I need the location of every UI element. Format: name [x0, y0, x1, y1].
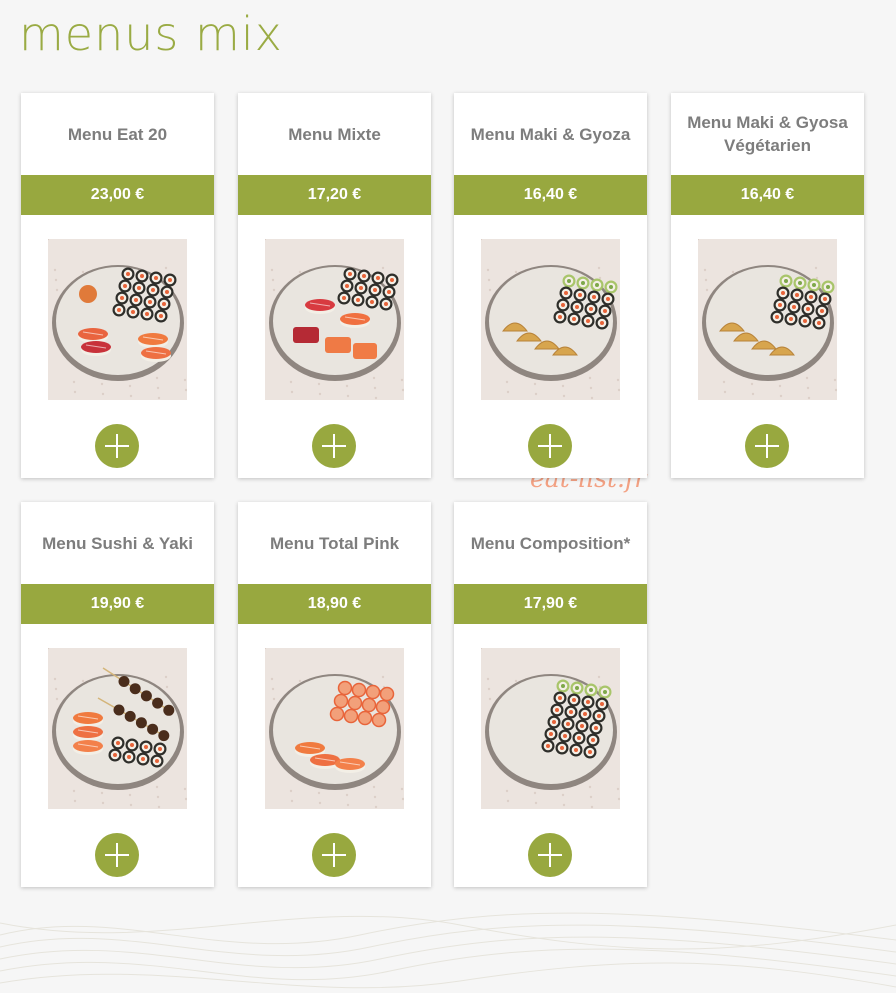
menu-card[interactable]: Menu Sushi & Yaki 19,90 € [21, 502, 214, 887]
page-title: menus mix [19, 7, 283, 61]
menu-card[interactable]: Menu Total Pink 18,90 € [238, 502, 431, 887]
menu-price: 23,00 € [21, 175, 214, 215]
add-to-cart-button[interactable] [95, 424, 139, 468]
menu-price: 16,40 € [671, 175, 864, 215]
menu-price: 19,90 € [21, 584, 214, 624]
plus-icon [538, 843, 562, 867]
menu-price: 17,20 € [238, 175, 431, 215]
menu-name: Menu Composition* [470, 533, 631, 553]
menu-price: 17,90 € [454, 584, 647, 624]
menu-price: 18,90 € [238, 584, 431, 624]
plus-icon [538, 434, 562, 458]
menu-name: Menu Eat 20 [67, 124, 168, 144]
add-to-cart-button[interactable] [528, 424, 572, 468]
plus-icon [322, 843, 346, 867]
sushi-platter-nigiri-maki[interactable] [48, 239, 187, 400]
plus-icon [105, 843, 129, 867]
add-to-cart-button[interactable] [312, 424, 356, 468]
add-to-cart-button[interactable] [745, 424, 789, 468]
sushi-platter-sashimi-maki[interactable] [265, 239, 404, 400]
menu-name: Menu Maki & Gyosa Végétarien [687, 113, 848, 155]
sushi-platter-maki-gyoza[interactable] [481, 239, 620, 400]
menu-price: 16,40 € [454, 175, 647, 215]
add-to-cart-button[interactable] [528, 833, 572, 877]
plus-icon [755, 434, 779, 458]
sushi-platter-maki-rolls[interactable] [481, 648, 620, 809]
menu-name: Menu Mixte [288, 124, 381, 144]
menu-name: Menu Maki & Gyoza [470, 124, 631, 144]
plus-icon [322, 434, 346, 458]
sushi-platter-salmon[interactable] [265, 648, 404, 809]
menu-card[interactable]: Menu Maki & Gyoza 16,40 € [454, 93, 647, 478]
menu-card[interactable]: Menu Maki & Gyosa Végétarien 16,40 € [671, 93, 864, 478]
add-to-cart-button[interactable] [312, 833, 356, 877]
add-to-cart-button[interactable] [95, 833, 139, 877]
menu-name: Menu Sushi & Yaki [42, 533, 193, 553]
sushi-platter-veggie-maki-gyoza[interactable] [698, 239, 837, 400]
menu-card[interactable]: Menu Eat 20 23,00 € [21, 93, 214, 478]
menu-name: Menu Total Pink [269, 533, 400, 553]
sushi-platter-nigiri-yakitori[interactable] [48, 648, 187, 809]
background-wave-pattern [0, 912, 896, 989]
menu-card[interactable]: Menu Composition* 17,90 € [454, 502, 647, 887]
plus-icon [105, 434, 129, 458]
menu-card[interactable]: Menu Mixte 17,20 € [238, 93, 431, 478]
